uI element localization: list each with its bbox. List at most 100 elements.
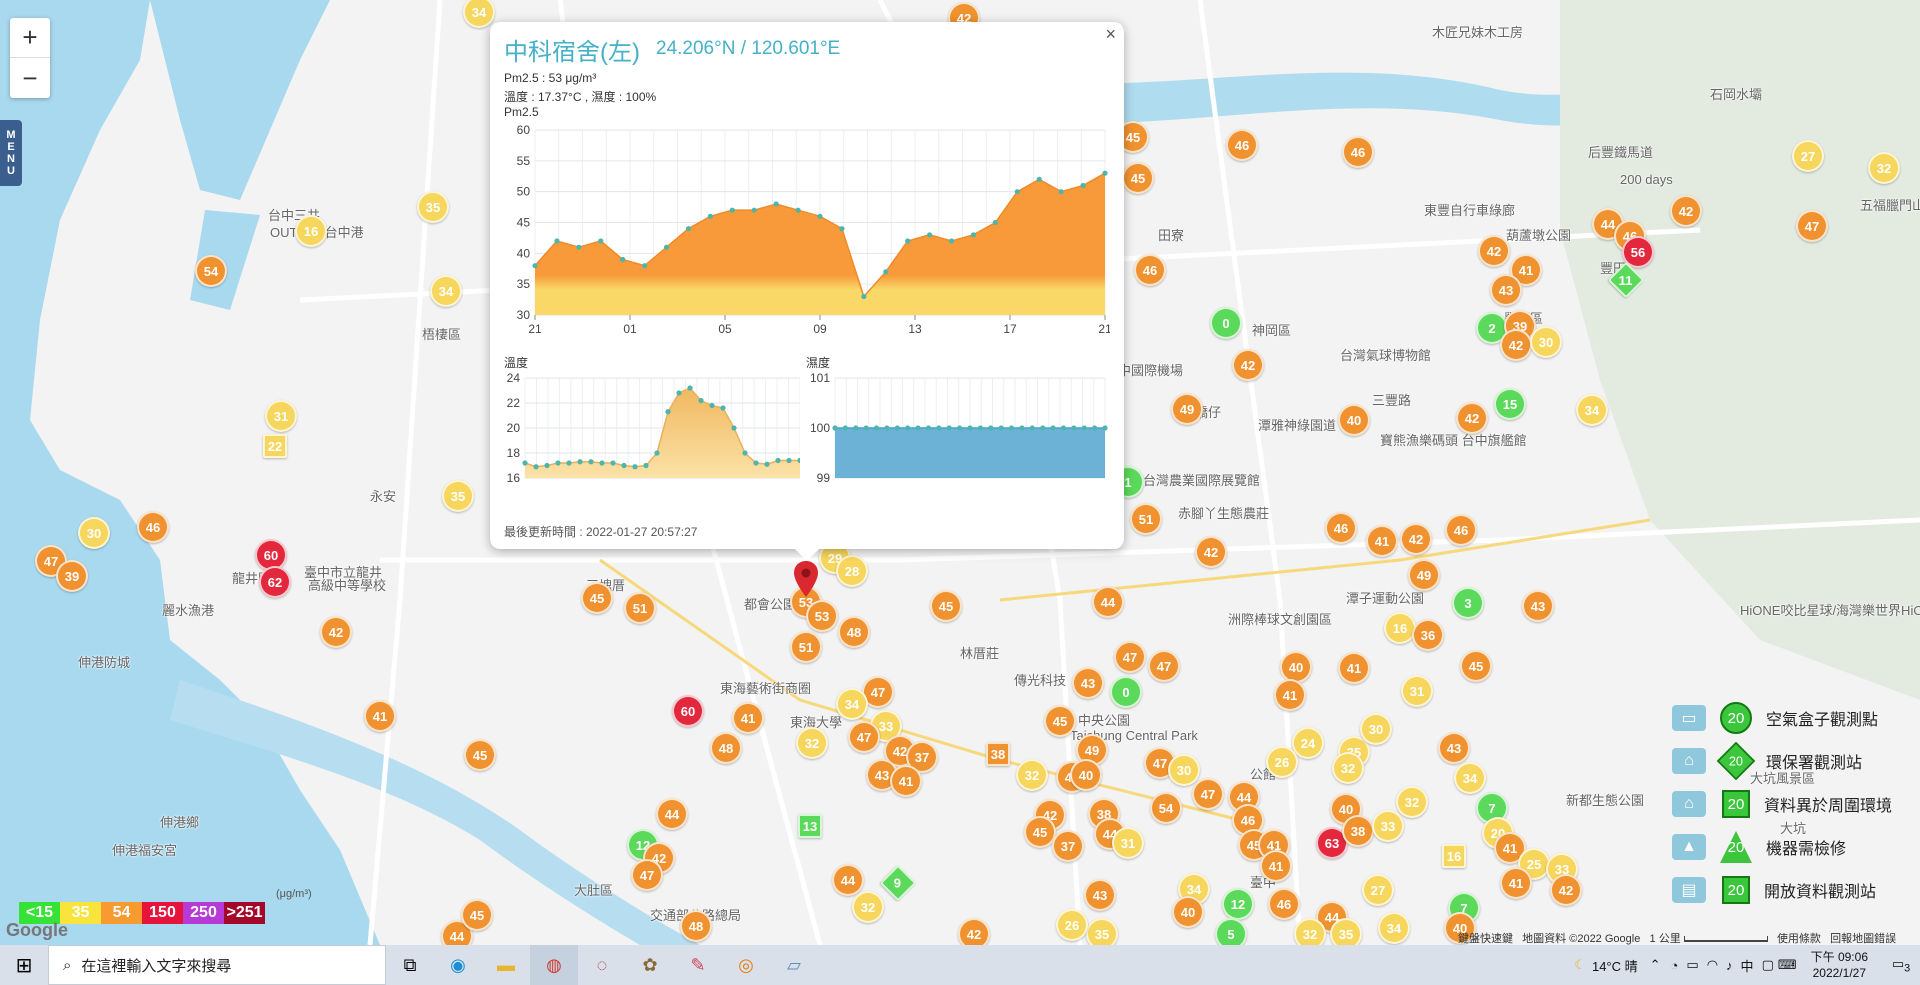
chrome-icon[interactable]: ◍: [530, 945, 578, 985]
station-marker[interactable]: 42: [1670, 195, 1702, 227]
station-marker[interactable]: 5: [1215, 918, 1247, 945]
clock[interactable]: 下午 09:06 2022/1/27: [1797, 949, 1882, 981]
location-pin-icon[interactable]: [793, 560, 819, 598]
station-marker[interactable]: 45: [930, 590, 962, 622]
station-marker[interactable]: 42: [1456, 402, 1488, 434]
ime-indicator[interactable]: 中: [1741, 956, 1754, 975]
station-marker[interactable]: 46: [137, 511, 169, 543]
windows-start-icon[interactable]: ⊞: [0, 945, 48, 985]
wifi-icon[interactable]: ◠: [1707, 957, 1718, 973]
station-marker[interactable]: 47: [1796, 210, 1828, 242]
station-marker[interactable]: 31: [1112, 827, 1144, 859]
station-marker[interactable]: 44: [656, 798, 688, 830]
station-marker[interactable]: 32: [1868, 152, 1900, 184]
station-marker[interactable]: 48: [710, 732, 742, 764]
keyboard-shortcuts-link[interactable]: 鍵盤快速鍵: [1458, 933, 1513, 945]
station-marker[interactable]: 34: [836, 688, 868, 720]
station-marker[interactable]: 32: [796, 727, 828, 759]
station-marker[interactable]: 49: [1171, 393, 1203, 425]
station-marker[interactable]: 32: [1396, 786, 1428, 818]
station-marker[interactable]: 44: [832, 864, 864, 896]
station-marker[interactable]: 42: [1195, 536, 1227, 568]
station-marker[interactable]: 32: [1016, 759, 1048, 791]
station-marker[interactable]: 53: [806, 600, 838, 632]
station-marker[interactable]: 0: [1210, 307, 1242, 339]
station-marker[interactable]: 60: [672, 695, 704, 727]
station-marker[interactable]: 45: [581, 582, 613, 614]
station-marker[interactable]: 46: [1268, 888, 1300, 920]
station-marker[interactable]: 35: [1086, 918, 1118, 945]
station-marker[interactable]: 51: [1130, 503, 1162, 535]
app-compass-icon[interactable]: ◌: [578, 945, 626, 985]
station-marker[interactable]: 27: [1362, 874, 1394, 906]
station-marker[interactable]: 46: [1134, 254, 1166, 286]
station-marker[interactable]: 41: [890, 765, 922, 797]
station-marker[interactable]: 37: [1052, 830, 1084, 862]
station-marker[interactable]: 35: [1330, 918, 1362, 945]
blender-icon[interactable]: ◎: [722, 945, 770, 985]
station-marker[interactable]: 28: [836, 555, 868, 587]
menu-tab[interactable]: M E N U: [0, 120, 22, 186]
station-marker[interactable]: 43: [1438, 732, 1470, 764]
station-marker[interactable]: 47: [848, 721, 880, 753]
station-marker[interactable]: 31: [265, 400, 297, 432]
station-marker[interactable]: 41: [1366, 525, 1398, 557]
app-document-icon[interactable]: ▱: [770, 945, 818, 985]
station-marker[interactable]: 45: [1460, 650, 1492, 682]
station-marker[interactable]: 45: [1044, 705, 1076, 737]
notification-icon[interactable]: ▭3: [1882, 956, 1920, 975]
station-marker[interactable]: 41: [732, 702, 764, 734]
station-marker[interactable]: 16: [295, 215, 327, 247]
station-marker[interactable]: 46: [1445, 514, 1477, 546]
station-marker[interactable]: 62: [259, 566, 291, 598]
station-marker[interactable]: 32: [1294, 918, 1326, 945]
station-marker[interactable]: 16: [1442, 844, 1466, 868]
station-marker[interactable]: 41: [1260, 850, 1292, 882]
station-marker[interactable]: 35: [442, 480, 474, 512]
station-marker[interactable]: 33: [1372, 810, 1404, 842]
station-marker[interactable]: 43: [1522, 590, 1554, 622]
station-marker[interactable]: 3: [1452, 587, 1484, 619]
station-marker[interactable]: 30: [78, 517, 110, 549]
volume-icon[interactable]: ♪: [1726, 958, 1733, 973]
station-marker[interactable]: 41: [1338, 652, 1370, 684]
station-marker[interactable]: 45: [1122, 162, 1154, 194]
station-marker[interactable]: 42: [1500, 329, 1532, 361]
station-marker[interactable]: 42: [320, 616, 352, 648]
station-marker[interactable]: 22: [263, 434, 287, 458]
station-marker[interactable]: 38: [986, 742, 1010, 766]
station-marker[interactable]: 41: [1500, 867, 1532, 899]
station-marker[interactable]: 42: [1550, 874, 1582, 906]
station-marker[interactable]: 27: [1792, 140, 1824, 172]
station-marker[interactable]: 54: [1150, 792, 1182, 824]
station-marker[interactable]: 40: [1338, 404, 1370, 436]
station-marker[interactable]: 24: [1292, 727, 1324, 759]
station-marker[interactable]: 36: [1412, 619, 1444, 651]
station-marker[interactable]: 43: [1084, 879, 1116, 911]
station-marker[interactable]: 16: [1384, 612, 1416, 644]
station-marker[interactable]: 42: [1478, 235, 1510, 267]
station-marker[interactable]: 32: [1332, 752, 1364, 784]
map-canvas[interactable]: 台中三井OUTLET 台中港梧棲區龍井區麗水漁港伸港防城伸港鄉伸港福安宮大肚區交…: [0, 0, 1920, 945]
report-error-link[interactable]: 回報地圖錯誤: [1830, 933, 1896, 945]
station-marker[interactable]: 40: [1172, 896, 1204, 928]
app-animal-icon[interactable]: ✿: [626, 945, 674, 985]
station-marker[interactable]: 41: [1274, 679, 1306, 711]
station-marker[interactable]: 43: [1072, 667, 1104, 699]
station-marker[interactable]: 31: [1401, 675, 1433, 707]
station-marker[interactable]: 47: [1114, 641, 1146, 673]
station-marker[interactable]: 48: [838, 616, 870, 648]
station-marker[interactable]: 48: [680, 910, 712, 942]
station-marker[interactable]: 46: [1325, 512, 1357, 544]
station-marker[interactable]: 0: [1110, 676, 1142, 708]
station-marker[interactable]: 47: [1192, 778, 1224, 810]
weather-text[interactable]: 14°C 晴: [1592, 956, 1638, 975]
station-marker[interactable]: 30: [1168, 754, 1200, 786]
station-marker[interactable]: 47: [631, 859, 663, 891]
station-marker[interactable]: 42: [1400, 523, 1432, 555]
station-marker[interactable]: 13: [798, 814, 822, 838]
file-explorer-icon[interactable]: ▬: [482, 945, 530, 985]
station-marker[interactable]: 34: [1576, 394, 1608, 426]
station-marker[interactable]: 51: [790, 631, 822, 663]
station-marker[interactable]: 39: [56, 560, 88, 592]
